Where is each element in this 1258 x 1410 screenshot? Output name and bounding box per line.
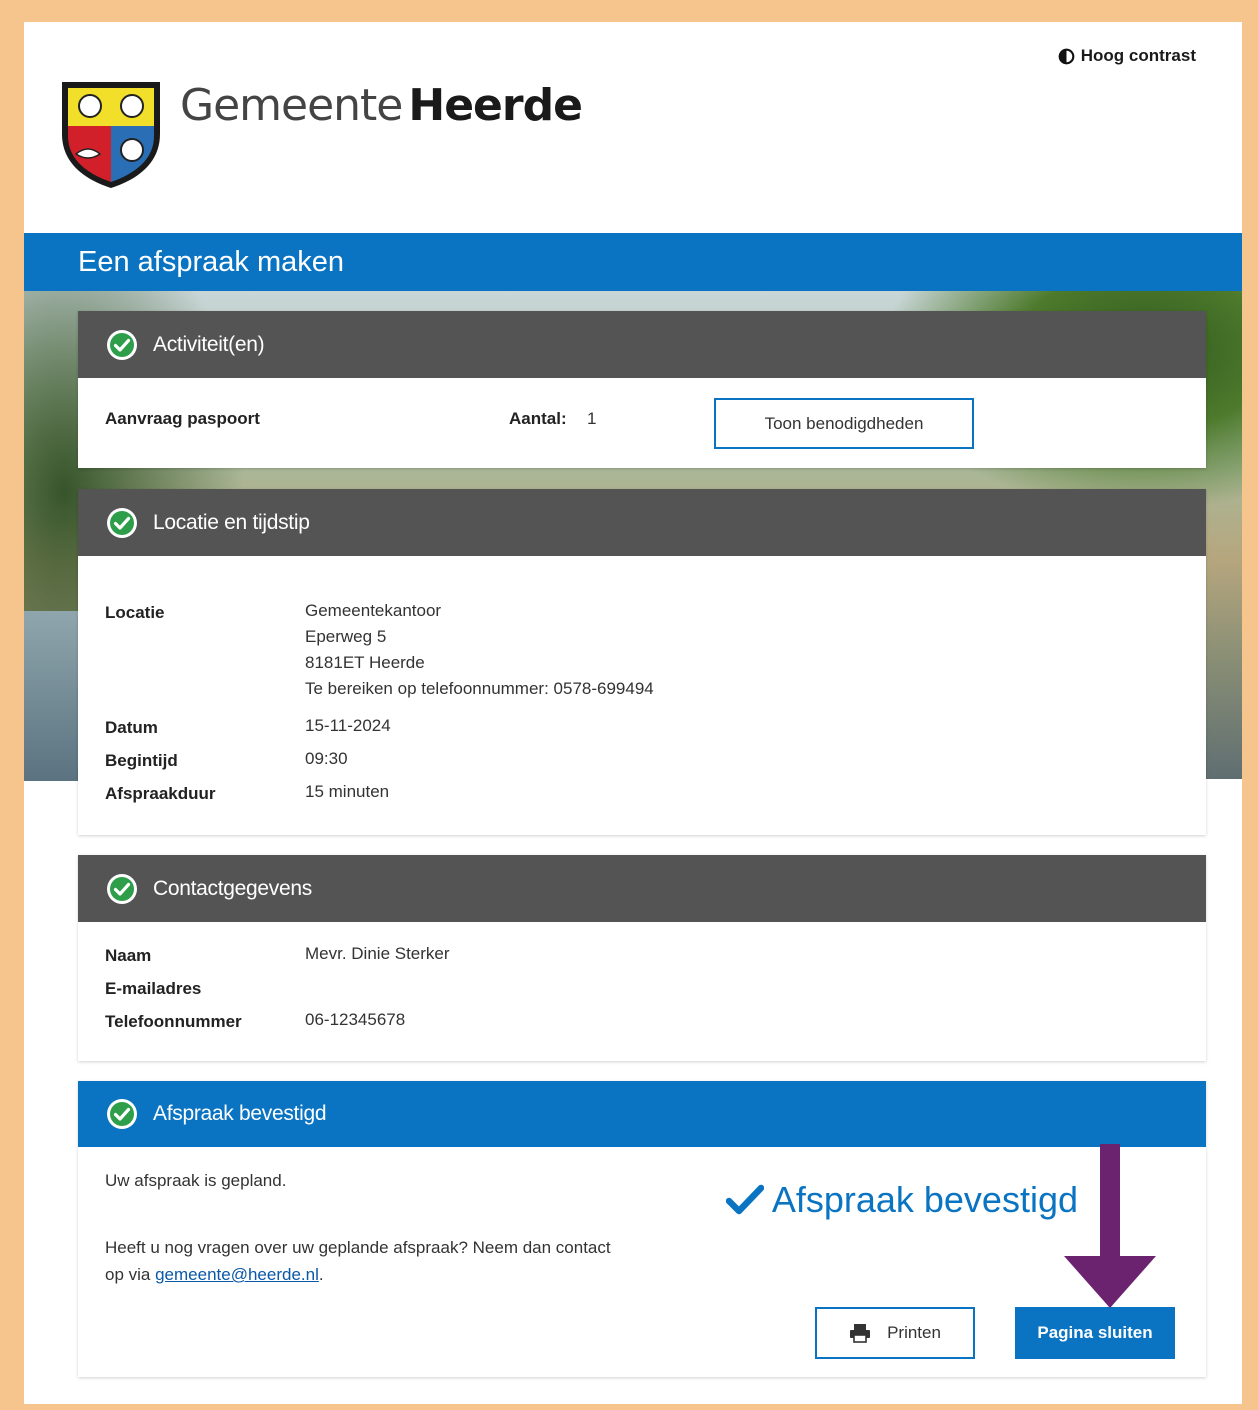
brand-name-bold: Heerde <box>408 80 583 131</box>
count-label: Aantal: <box>509 409 567 428</box>
brand-name: Gemeente Heerde <box>180 80 583 132</box>
location-title: Locatie en tijdstip <box>153 510 310 534</box>
question-suffix: . <box>318 1265 324 1284</box>
print-label: Printen <box>887 1323 941 1342</box>
municipality-logo[interactable]: Gemeente Heerde <box>58 78 583 190</box>
question-prefix: op via <box>105 1265 156 1284</box>
location-line: 8181ET Heerde <box>305 653 425 672</box>
location-line: Te bereiken op telefoonnummer: 0578-6994… <box>305 679 654 698</box>
close-page-button[interactable]: Pagina sluiten <box>1015 1307 1175 1359</box>
contact-title: Contactgegevens <box>153 876 312 900</box>
phone-value: 06-12345678 <box>305 1010 406 1029</box>
location-line: Eperweg 5 <box>305 627 387 646</box>
confirmation-title: Afspraak bevestigd <box>153 1102 327 1125</box>
activities-body: Aanvraag paspoort Aantal: 1 Toon benodig… <box>78 378 1206 468</box>
page-title: Een afspraak maken <box>24 233 1242 291</box>
duration-label: Afspraakduur <box>105 784 216 803</box>
start-time-label: Begintijd <box>105 751 178 770</box>
checkmark-icon <box>725 1184 764 1215</box>
check-circle-icon <box>107 1099 137 1129</box>
confirmed-label: Afspraak bevestigd <box>771 1179 1078 1220</box>
email-link[interactable]: gemeente@heerde.nl <box>155 1265 319 1284</box>
confirmed-status: Afspraak bevestigd <box>725 1179 1078 1221</box>
date-label: Datum <box>105 718 158 737</box>
brand-name-light: Gemeente <box>180 80 403 131</box>
location-section: Locatie en tijdstip Locatie Gemeentekant… <box>78 489 1206 835</box>
location-body: Locatie Gemeentekantoor Eperweg 5 8181ET… <box>78 556 1206 835</box>
print-button[interactable]: Printen <box>815 1307 975 1359</box>
check-circle-icon <box>107 507 137 538</box>
contact-section: Contactgegevens Naam Mevr. Dinie Sterker… <box>78 855 1206 1061</box>
confirmation-section: Afspraak bevestigd Uw afspraak is geplan… <box>78 1081 1206 1377</box>
check-circle-icon <box>107 873 137 904</box>
contact-header: Contactgegevens <box>78 855 1206 922</box>
show-requirements-button[interactable]: Toon benodigdheden <box>714 398 974 449</box>
email-label: E-mailadres <box>105 979 202 998</box>
location-label: Locatie <box>105 603 165 622</box>
check-circle-icon <box>107 329 137 360</box>
coat-of-arms-icon <box>62 82 160 188</box>
question-line-contact: op via gemeente@heerde.nl. <box>105 1261 611 1288</box>
location-line: Gemeentekantoor <box>305 601 442 620</box>
start-time-value: 09:30 <box>305 749 348 768</box>
confirmation-header: Afspraak bevestigd <box>78 1081 1206 1147</box>
high-contrast-label: Hoog contrast <box>1080 46 1196 65</box>
close-page-label: Pagina sluiten <box>1037 1323 1153 1342</box>
location-header: Locatie en tijdstip <box>78 489 1206 556</box>
question-text: Heeft u nog vragen over uw geplande afsp… <box>105 1234 611 1288</box>
name-label: Naam <box>105 946 152 965</box>
phone-label: Telefoonnummer <box>105 1012 242 1031</box>
printer-icon <box>850 1324 871 1343</box>
count-value: 1 <box>587 409 597 428</box>
activities-title: Activiteit(en) <box>153 332 265 356</box>
arrow-down-icon <box>1064 1144 1156 1308</box>
planned-text: Uw afspraak is gepland. <box>105 1171 287 1190</box>
question-line: Heeft u nog vragen over uw geplande afsp… <box>105 1238 611 1257</box>
contact-body: Naam Mevr. Dinie Sterker E-mailadres Tel… <box>78 922 1206 1061</box>
high-contrast-toggle[interactable]: Hoog contrast <box>1058 46 1196 66</box>
name-value: Mevr. Dinie Sterker <box>305 944 450 963</box>
contrast-icon <box>1058 48 1075 64</box>
activities-header: Activiteit(en) <box>78 311 1206 378</box>
confirmation-body: Uw afspraak is gepland. Heeft u nog vrag… <box>78 1147 1206 1377</box>
page: Hoog contrast Gemeente Heerde Een afspraa… <box>24 22 1242 1404</box>
activity-name: Aanvraag paspoort <box>105 409 260 428</box>
show-requirements-label: Toon benodigdheden <box>764 413 924 433</box>
activities-section: Activiteit(en) Aanvraag paspoort Aantal:… <box>78 311 1206 468</box>
date-value: 15-11-2024 <box>305 716 391 735</box>
duration-value: 15 minuten <box>305 782 390 801</box>
location-address: Gemeentekantoor Eperweg 5 8181ET Heerde … <box>305 598 654 702</box>
